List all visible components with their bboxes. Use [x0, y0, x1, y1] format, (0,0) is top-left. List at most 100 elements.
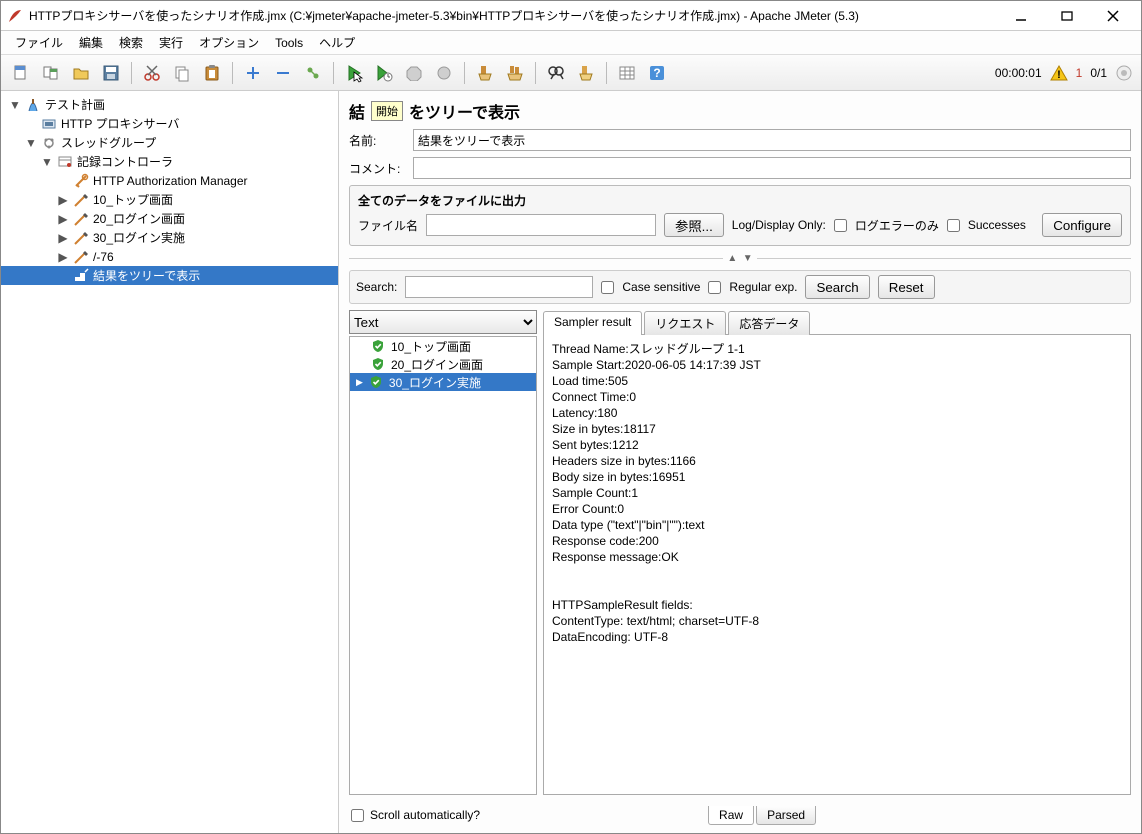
start-noTimers-icon[interactable] [372, 61, 396, 85]
tree-item[interactable]: ▼ 記録コントローラ [1, 152, 338, 171]
result-item[interactable]: 10_トップ画面 [350, 337, 536, 355]
result-item[interactable]: 20_ログイン画面 [350, 355, 536, 373]
tab-response[interactable]: 応答データ [728, 311, 810, 335]
successes-checkbox[interactable] [947, 219, 960, 232]
menu-help[interactable]: ヘルプ [313, 32, 361, 53]
tab-raw[interactable]: Raw [708, 806, 754, 825]
maximize-button[interactable] [1045, 3, 1089, 29]
tree-item[interactable]: 結果をツリーで表示 [1, 266, 338, 285]
expand-arrow-icon[interactable]: ▼ [41, 155, 53, 169]
tree-item[interactable]: HTTP Authorization Manager [1, 171, 338, 190]
browse-button[interactable]: 参照... [664, 213, 724, 237]
recordctrl-icon [57, 154, 73, 170]
expand-arrow-icon[interactable]: ▶ [57, 212, 69, 226]
name-input[interactable] [413, 129, 1131, 151]
thread-count: 0/1 [1090, 66, 1107, 80]
result-list[interactable]: 10_トップ画面20_ログイン画面▶30_ログイン実施 [349, 336, 537, 795]
log-errors-only-checkbox[interactable] [834, 219, 847, 232]
case-sensitive-checkbox[interactable] [601, 281, 614, 294]
tree-item[interactable]: ▶20_ログイン画面 [1, 209, 338, 228]
testplan-icon [25, 97, 41, 113]
test-plan-tree[interactable]: ▼テスト計画HTTP プロキシサーバ▼スレッドグループ▼記録コントローラHTTP… [1, 91, 339, 833]
tab-sampler-result[interactable]: Sampler result [543, 311, 642, 335]
tree-item[interactable]: ▶10_トップ画面 [1, 190, 338, 209]
search-input[interactable] [405, 276, 593, 298]
help-icon[interactable]: ? [645, 61, 669, 85]
tree-item[interactable]: ▼スレッドグループ [1, 133, 338, 152]
start-button[interactable] [342, 61, 366, 85]
resultstree-icon [73, 268, 89, 284]
tree-item[interactable]: ▶/-76 [1, 247, 338, 266]
name-label: 名前: [349, 132, 405, 149]
tab-request[interactable]: リクエスト [644, 311, 726, 335]
expand-icon[interactable] [241, 61, 265, 85]
tree-item[interactable]: ▼テスト計画 [1, 95, 338, 114]
comment-input[interactable] [413, 157, 1131, 179]
separator [464, 62, 465, 84]
cursor-icon [353, 71, 365, 83]
sampler-icon [73, 192, 89, 208]
close-button[interactable] [1091, 3, 1135, 29]
success-shield-icon [371, 357, 385, 371]
copy-icon[interactable] [170, 61, 194, 85]
httpproxy-icon [41, 116, 57, 132]
new-icon[interactable] [9, 61, 33, 85]
tree-item[interactable]: HTTP プロキシサーバ [1, 114, 338, 133]
expand-arrow-icon[interactable]: ▶ [57, 231, 69, 245]
svg-text:!: ! [1057, 69, 1061, 81]
menubar: ファイル 編集 検索 実行 オプション Tools ヘルプ [1, 31, 1141, 55]
separator [606, 62, 607, 84]
reset-search-icon[interactable] [574, 61, 598, 85]
open-icon[interactable] [69, 61, 93, 85]
stop-icon[interactable] [402, 61, 426, 85]
menu-search[interactable]: 検索 [113, 32, 149, 53]
shutdown-icon[interactable] [432, 61, 456, 85]
clear-icon[interactable] [473, 61, 497, 85]
menu-file[interactable]: ファイル [9, 32, 69, 53]
filename-input[interactable] [426, 214, 656, 236]
result-item-label: 10_トップ画面 [391, 338, 471, 355]
sampler-result-text[interactable]: Thread Name:スレッドグループ 1-1 Sample Start:20… [543, 334, 1131, 795]
configure-button[interactable]: Configure [1042, 213, 1122, 237]
svg-text:?: ? [653, 66, 660, 80]
paste-icon[interactable] [200, 61, 224, 85]
expand-arrow-icon[interactable]: ▶ [57, 193, 69, 207]
titlebar: HTTPプロキシサーバを使ったシナリオ作成.jmx (C:¥jmeter¥apa… [1, 1, 1141, 31]
reset-button[interactable]: Reset [878, 275, 935, 299]
cut-icon[interactable] [140, 61, 164, 85]
expand-arrow-icon[interactable]: ▼ [25, 136, 37, 150]
results-area: Text 10_トップ画面20_ログイン画面▶30_ログイン実施 Sampler… [349, 310, 1131, 795]
expand-arrow-icon[interactable]: ▼ [9, 98, 21, 112]
tree-item-label: 記録コントローラ [77, 153, 173, 170]
clear-all-icon[interactable] [503, 61, 527, 85]
save-icon[interactable] [99, 61, 123, 85]
result-item[interactable]: ▶30_ログイン実施 [350, 373, 536, 391]
bottom-row: Scroll automatically? Raw Parsed [349, 801, 1131, 829]
warning-icon[interactable]: ! [1050, 64, 1068, 82]
result-search-row: Search: Case sensitive Regular exp. Sear… [349, 270, 1131, 304]
menu-run[interactable]: 実行 [153, 32, 189, 53]
menu-options[interactable]: オプション [193, 32, 265, 53]
function-helper-icon[interactable] [615, 61, 639, 85]
tab-parsed[interactable]: Parsed [756, 806, 816, 825]
expand-arrow-icon[interactable]: ▶ [57, 250, 69, 264]
tree-item-label: 結果をツリーで表示 [93, 267, 200, 284]
search-button[interactable]: Search [805, 275, 869, 299]
menu-tools[interactable]: Tools [269, 34, 309, 52]
tree-item-label: HTTP Authorization Manager [93, 174, 248, 188]
search-icon[interactable] [544, 61, 568, 85]
templates-icon[interactable] [39, 61, 63, 85]
scroll-auto-checkbox[interactable] [351, 809, 364, 822]
menu-edit[interactable]: 編集 [73, 32, 109, 53]
minimize-button[interactable] [999, 3, 1043, 29]
app-window: HTTPプロキシサーバを使ったシナリオ作成.jmx (C:¥jmeter¥apa… [0, 0, 1142, 834]
regex-checkbox[interactable] [708, 281, 721, 294]
renderer-select[interactable]: Text [349, 310, 537, 334]
tree-item[interactable]: ▶30_ログイン実施 [1, 228, 338, 247]
success-shield-icon [371, 339, 385, 353]
toggle-icon[interactable] [301, 61, 325, 85]
result-item-label: 30_ログイン実施 [389, 374, 481, 391]
output-groupbox: 全てのデータをファイルに出力 ファイル名 参照... Log/Display O… [349, 185, 1131, 246]
collapse-icon[interactable] [271, 61, 295, 85]
content-area: ▼テスト計画HTTP プロキシサーバ▼スレッドグループ▼記録コントローラHTTP… [1, 91, 1141, 833]
